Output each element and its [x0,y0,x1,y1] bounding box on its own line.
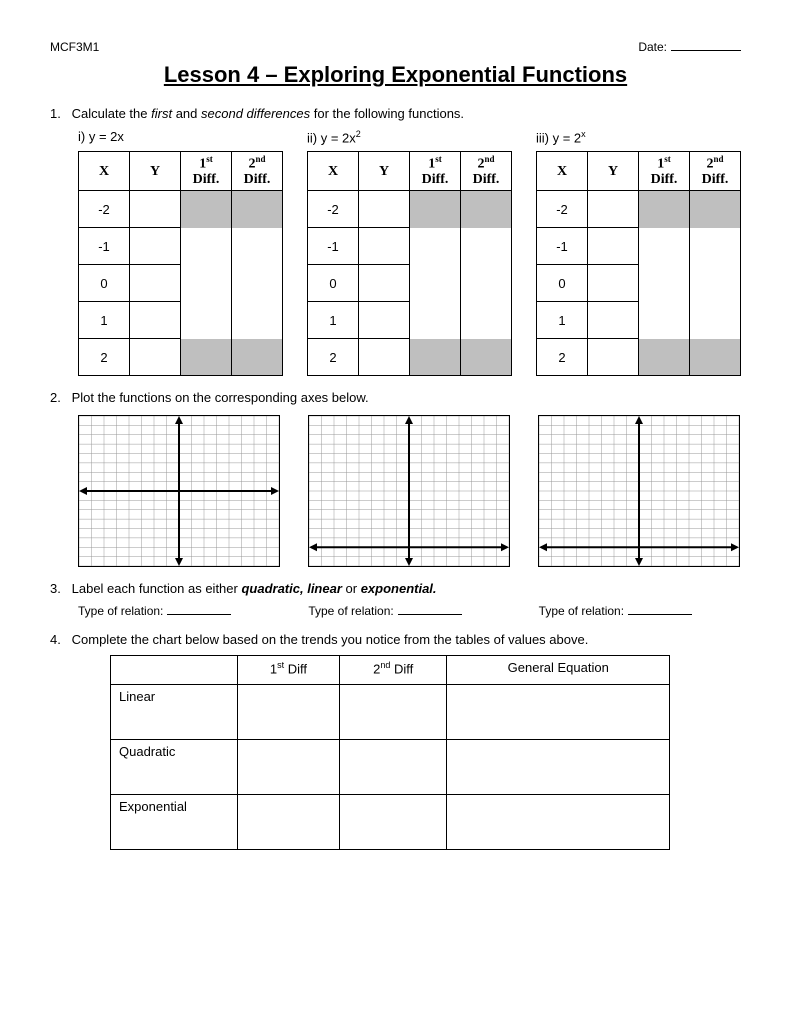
question-3: 3. Label each function as either quadrat… [50,581,741,596]
date-field: Date: [638,40,741,54]
date-blank[interactable] [671,50,741,51]
function-labels-row: i) y = 2x ii) y = 2x2 iii) y = 2x [78,129,741,145]
question-2: 2. Plot the functions on the correspondi… [50,390,741,405]
type-1: Type of relation: [78,604,280,618]
grid-2[interactable] [308,415,510,567]
grid-3[interactable] [538,415,740,567]
type-2: Type of relation: [308,604,510,618]
th-y: Y [130,152,181,191]
sum-th-d1: 1st Diff [238,656,340,685]
summary-table: 1st Diff 2nd Diff General Equation Linea… [110,655,670,850]
grids-row [78,415,741,567]
func-label-3: iii) y = 2x [536,129,741,145]
type-3: Type of relation: [539,604,741,618]
grid-1[interactable] [78,415,280,567]
sum-th-d2: 2nd Diff [339,656,447,685]
type-row: Type of relation: Type of relation: Type… [78,604,741,618]
question-4: 4. Complete the chart below based on the… [50,632,741,647]
diff-table-3: X Y 1stDiff. 2ndDiff. -2 -1 0 1 2 [536,151,741,376]
diff-table-2: X Y 1stDiff. 2ndDiff. -2 -1 0 1 2 [307,151,512,376]
course-code: MCF3M1 [50,40,99,54]
func-label-1: i) y = 2x [78,129,283,145]
page-header: MCF3M1 Date: [50,40,741,54]
th-x: X [79,152,130,191]
th-d2: 2ndDiff. [232,152,283,191]
tables-row: X Y 1stDiff. 2ndDiff. -2 -1 0 1 2 X Y 1s… [78,151,741,376]
func-label-2: ii) y = 2x2 [307,129,512,145]
th-d1: 1stDiff. [181,152,232,191]
sum-th-ge: General Equation [447,656,670,685]
diff-table-1: X Y 1stDiff. 2ndDiff. -2 -1 0 1 2 [78,151,283,376]
page-title: Lesson 4 – Exploring Exponential Functio… [50,62,741,88]
question-1: 1. Calculate the first and second differ… [50,106,741,121]
